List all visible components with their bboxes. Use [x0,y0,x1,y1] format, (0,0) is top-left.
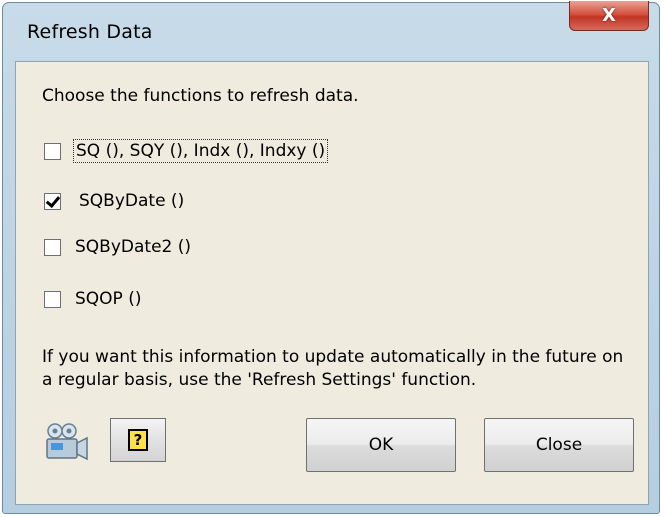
title-bar[interactable]: Refresh Data X [3,1,659,61]
option-label[interactable]: SQOP () [75,289,141,309]
dialog-title: Refresh Data [27,21,153,43]
help-button[interactable]: ? [110,418,166,462]
option-sq-sqy-indx-indxy[interactable]: SQ (), SQY (), Indx (), Indxy () [44,139,329,163]
window-close-button[interactable]: X [569,1,649,31]
dialog-body: Choose the functions to refresh data. SQ… [15,61,649,505]
checkbox-sqbydate[interactable] [44,192,61,210]
help-icon: ? [128,429,148,451]
option-sqbydate2[interactable]: SQByDate2 () [44,237,191,257]
video-camera-icon[interactable] [44,422,90,462]
option-label[interactable]: SQ (), SQY (), Indx (), Indxy () [73,139,329,163]
checkbox-sqop[interactable] [44,290,61,308]
option-sqop[interactable]: SQOP () [44,289,141,309]
checkbox-sq-sqy-indx-indxy[interactable] [44,142,61,160]
refresh-data-dialog: Refresh Data X Choose the functions to r… [2,1,660,514]
checkbox-sqbydate2[interactable] [44,238,61,256]
option-sqbydate[interactable]: SQByDate () [44,191,184,211]
instructions-text: Choose the functions to refresh data. [42,86,359,106]
close-icon: X [602,5,616,26]
option-label[interactable]: SQByDate2 () [75,237,191,257]
ok-button[interactable]: OK [306,418,456,472]
refresh-settings-hint: If you want this information to update a… [42,347,624,390]
close-button[interactable]: Close [484,418,634,472]
option-label[interactable]: SQByDate () [79,191,184,211]
